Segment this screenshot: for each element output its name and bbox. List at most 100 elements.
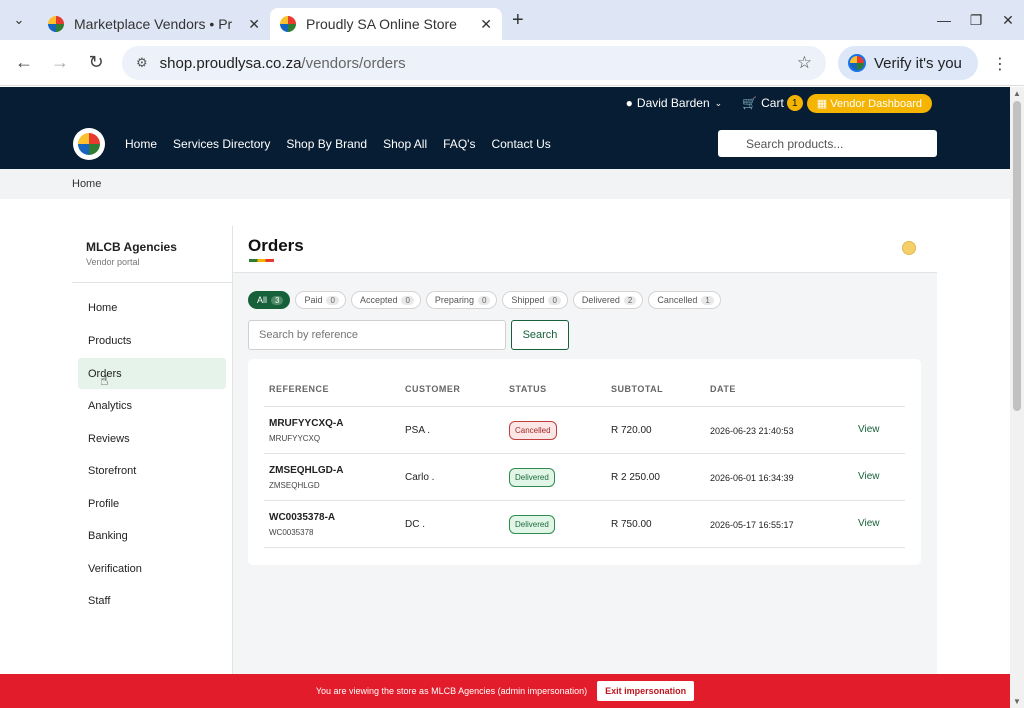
sidebar-item-verification[interactable]: Verification	[78, 553, 226, 584]
order-subtotal: R 720.00	[611, 425, 652, 436]
filter-chip-cancelled[interactable]: Cancelled 1	[648, 291, 721, 309]
bookmark-star-icon[interactable]: ☆	[797, 53, 812, 73]
scroll-down-icon[interactable]: ▼	[1013, 697, 1021, 706]
chip-label: Accepted	[359, 295, 398, 305]
product-search-placeholder: Search products...	[746, 136, 844, 151]
orders-table: REFERENCE CUSTOMER STATUS SUBTOTAL DATE …	[248, 359, 921, 565]
impersonation-message: You are viewing the store as MLCB Agenci…	[315, 686, 588, 696]
site-top-bar: ● David Barden ⌄ 🛒 Cart 1 ▦ Vendor Dashb…	[0, 87, 1010, 119]
close-tab-icon[interactable]: ✕	[480, 16, 492, 33]
sidebar-item-reviews[interactable]: Reviews	[78, 423, 226, 454]
sidebar-item-banking[interactable]: Banking	[78, 520, 226, 551]
page-scrollbar[interactable]: ▲ ▼	[1010, 87, 1024, 708]
browser-tab-strip: ⌄ Marketplace Vendors • Pr ✕ Proudly SA …	[0, 0, 1024, 40]
view-order-link[interactable]: View	[858, 518, 880, 529]
cart-link[interactable]: 🛒 Cart 1	[742, 95, 803, 111]
chip-count: 0	[548, 295, 561, 305]
site-logo[interactable]	[73, 128, 105, 160]
view-order-link[interactable]: View	[858, 424, 880, 435]
filter-chip-paid[interactable]: Paid 0	[295, 291, 346, 309]
address-bar[interactable]: ⚙ shop.proudlysa.co.za/vendors/orders ☆	[122, 46, 826, 80]
order-date: 2026-06-01 16:34:39	[710, 473, 794, 483]
chip-count: 3	[271, 295, 284, 305]
tab-search-icon[interactable]: ⌄	[0, 0, 38, 40]
filter-chip-accepted[interactable]: Accepted 0	[350, 291, 421, 309]
hand-cursor-icon: ☝	[100, 372, 109, 388]
chip-count: 0	[326, 295, 339, 305]
column-date: DATE	[710, 384, 736, 394]
url-path: /vendors/orders	[301, 54, 406, 72]
sidebar-item-staff[interactable]: Staff	[78, 585, 226, 616]
exit-impersonation-button[interactable]: Exit impersonation	[597, 681, 695, 701]
scroll-up-icon[interactable]: ▲	[1013, 89, 1021, 98]
chip-label: Cancelled	[657, 295, 698, 305]
scrollbar-thumb[interactable]	[1013, 101, 1021, 411]
vendor-sidebar: MLCB Agencies Vendor portal Home Product…	[72, 226, 233, 676]
user-menu[interactable]: ● David Barden ⌄	[626, 96, 723, 110]
verify-label: Verify it's you	[874, 54, 962, 72]
filter-chip-all[interactable]: All 3	[248, 291, 291, 309]
product-search-input[interactable]: Search products...	[718, 130, 937, 157]
table-header: REFERENCE CUSTOMER STATUS SUBTOTAL DATE	[264, 359, 905, 407]
site-info-icon[interactable]: ⚙	[136, 55, 148, 71]
tab-title: Proudly SA Online Store	[306, 16, 457, 32]
nav-home[interactable]: Home	[125, 137, 157, 151]
filter-chip-delivered[interactable]: Delivered 2	[572, 291, 644, 309]
order-subtotal: R 750.00	[611, 519, 652, 530]
profile-avatar-icon	[848, 54, 866, 72]
sidebar-item-profile[interactable]: Profile	[78, 488, 226, 519]
browser-toolbar: ← → ↻ ⚙ shop.proudlysa.co.za/vendors/ord…	[0, 40, 1024, 86]
column-reference: REFERENCE	[269, 384, 330, 394]
sidebar-item-storefront[interactable]: Storefront	[78, 455, 226, 486]
nav-contact-us[interactable]: Contact Us	[491, 137, 550, 151]
sidebar-item-products[interactable]: Products	[78, 325, 226, 356]
nav-shop-by-brand[interactable]: Shop By Brand	[286, 137, 367, 151]
browser-tab-marketplace-vendors[interactable]: Marketplace Vendors • Pr ✕	[38, 8, 270, 40]
reload-icon[interactable]: ↻	[78, 52, 114, 73]
tab-title: Marketplace Vendors • Pr	[74, 16, 233, 32]
close-tab-icon[interactable]: ✕	[248, 16, 260, 33]
user-name: David Barden	[636, 96, 710, 110]
close-window-icon[interactable]: ✕	[992, 12, 1024, 29]
vendor-name: MLCB Agencies	[86, 240, 177, 254]
chip-label: Shipped	[511, 295, 545, 305]
nav-services-directory[interactable]: Services Directory	[173, 137, 270, 151]
verify-identity-button[interactable]: Verify it's you	[838, 46, 978, 80]
minimize-icon[interactable]: —	[928, 12, 960, 28]
breadcrumb: Home	[0, 169, 1010, 199]
page-title: Orders	[248, 236, 304, 255]
new-tab-icon[interactable]: +	[512, 9, 524, 32]
breadcrumb-home[interactable]: Home	[72, 178, 101, 190]
status-badge: Delivered	[509, 468, 555, 487]
cart-count-badge: 1	[786, 95, 803, 111]
main-nav: Home Services Directory Shop By Brand Sh…	[0, 119, 1010, 169]
browser-tab-proudly-sa[interactable]: Proudly SA Online Store ✕	[270, 8, 502, 40]
search-button[interactable]: Search	[511, 320, 569, 350]
store-icon: ▦	[816, 97, 828, 110]
vendor-dashboard-button[interactable]: ▦ Vendor Dashboard	[806, 93, 932, 113]
column-subtotal: SUBTOTAL	[611, 384, 664, 394]
forward-icon[interactable]: →	[42, 52, 78, 73]
back-icon[interactable]: ←	[6, 52, 42, 73]
view-order-link[interactable]: View	[858, 471, 880, 482]
browser-menu-icon[interactable]: ⋮	[992, 54, 1008, 74]
chip-count: 1	[701, 295, 714, 305]
filter-chip-shipped[interactable]: Shipped 0	[502, 291, 568, 309]
nav-faqs[interactable]: FAQ's	[443, 137, 475, 151]
logo-icon	[78, 133, 100, 155]
chip-label: All	[257, 295, 268, 305]
sidebar-item-analytics[interactable]: Analytics	[78, 390, 226, 421]
restore-icon[interactable]: ❐	[960, 12, 992, 29]
filter-chip-preparing[interactable]: Preparing 0	[425, 291, 498, 309]
chip-label: Paid	[304, 295, 323, 305]
favicon-icon	[280, 16, 296, 32]
nav-shop-all[interactable]: Shop All	[383, 137, 427, 151]
status-badge: Cancelled	[509, 421, 557, 440]
sidebar-item-home[interactable]: Home	[78, 292, 226, 323]
reference-search-input[interactable]	[248, 320, 506, 350]
status-badge: Delivered	[509, 515, 555, 534]
chip-label: Delivered	[581, 295, 620, 305]
window-controls: — ❐ ✕	[928, 0, 1024, 40]
coin-icon[interactable]	[902, 241, 916, 255]
chip-count: 0	[477, 295, 491, 305]
